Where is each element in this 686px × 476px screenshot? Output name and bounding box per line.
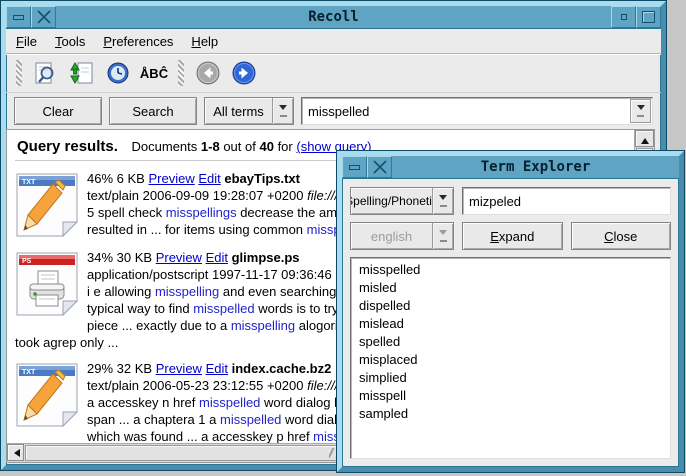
svg-text:TXT: TXT [22,369,36,376]
term-list-item[interactable]: misspelled [359,261,662,279]
dialog-title: Term Explorer [392,156,679,178]
doc-size: 6 KB [117,171,145,186]
results-title: Query results. [17,138,118,155]
for-label: for [278,139,293,154]
documents-range: 1-8 [201,139,220,154]
minimize-icon [349,165,360,170]
forward-button[interactable] [230,60,258,86]
search-document-icon [34,61,58,85]
close-dialog-button[interactable]: Close [571,222,672,250]
svg-text:TXT: TXT [22,179,36,186]
toolbar-grip[interactable] [16,60,22,86]
relevance-percent: 46% [87,171,113,186]
menu-file[interactable]: File [16,34,37,49]
term-list-item[interactable]: simplied [359,369,662,387]
titlebar[interactable]: Recoll [6,6,661,29]
titlebar[interactable]: Term Explorer [342,156,679,179]
menu-preferences[interactable]: Preferences [103,34,173,49]
menubar: File Tools Preferences Help [6,29,661,54]
term-explorer-body: Spelling/Phonetic english Expand Close m… [342,179,679,467]
doc-size: 30 KB [117,250,152,265]
close-button[interactable] [31,6,56,28]
svg-text:PS: PS [22,258,32,265]
term-explorer-window: Term Explorer Spelling/Phonetic english … [337,151,684,472]
clear-button[interactable]: Clear [14,97,102,125]
advanced-search-button[interactable] [32,60,60,86]
term-list-item[interactable]: misplaced [359,351,662,369]
term-list-item[interactable]: mislead [359,315,662,333]
minimize-icon [13,15,24,20]
term-explorer-button[interactable]: ÅBĈ [140,60,168,86]
arrow-up-icon [641,134,649,144]
close-icon [373,160,387,174]
sort-by-date-button[interactable] [104,60,132,86]
postscript-file-icon: PS [15,251,79,317]
preview-link[interactable]: Preview [156,361,202,376]
spell-abc-icon: ÅBĈ [140,66,168,81]
term-list-item[interactable]: spelled [359,333,662,351]
term-list[interactable]: misspelledmisleddispelledmisleadspelledm… [350,257,671,459]
expand-button[interactable]: Expand [462,222,563,250]
term-list-item[interactable]: misled [359,279,662,297]
term-list-item[interactable]: misspell [359,387,662,405]
chevron-down-icon [432,223,453,249]
rollup-icon [621,14,627,20]
back-button[interactable] [194,60,222,86]
text-file-icon: TXT [15,172,79,238]
match-mode-value: All terms [205,98,272,124]
documents-total: 40 [259,139,273,154]
document-sort-icon [70,61,94,85]
toolbar-grip[interactable] [178,60,184,86]
result-filename: glimpse.ps [232,250,300,265]
doc-size: 32 KB [117,361,152,376]
text-file-icon: TXT [15,362,79,428]
menu-help[interactable]: Help [191,34,218,49]
match-mode-combobox[interactable]: All terms [204,97,294,125]
result-filename: ebayTips.txt [224,171,300,186]
term-list-item[interactable]: dispelled [359,297,662,315]
edit-link[interactable]: Edit [206,250,228,265]
edit-link[interactable]: Edit [206,361,228,376]
result-filename: index.cache.bz2 [232,361,332,376]
window-title: Recoll [56,6,611,28]
close-icon [37,10,51,24]
minimize-button[interactable] [6,6,31,28]
maximize-icon [642,11,655,23]
query-combobox[interactable] [301,97,653,125]
preview-link[interactable]: Preview [156,250,202,265]
documents-label: Documents [132,139,198,154]
language-combobox: english [350,222,454,250]
chevron-down-icon [432,188,453,214]
forward-arrow-icon [231,60,257,86]
preview-link[interactable]: Preview [148,171,194,186]
expansion-mode-combobox[interactable]: Spelling/Phonetic [350,187,454,215]
sort-parameters-button[interactable] [68,60,96,86]
chevron-down-icon [272,98,293,124]
relevance-percent: 29% [87,361,113,376]
arrow-left-icon [10,449,20,457]
scroll-up-button[interactable] [635,130,654,147]
language-value: english [351,223,432,249]
clock-icon [106,61,130,85]
maximize-button[interactable] [636,6,661,28]
chevron-down-icon[interactable] [630,99,651,123]
back-arrow-icon [195,60,221,86]
scroll-left-button[interactable] [7,444,24,461]
out-of-label: out of [223,139,256,154]
expansion-mode-value: Spelling/Phonetic [351,188,432,214]
close-button[interactable] [367,156,392,178]
rollup-button[interactable] [611,6,636,28]
menu-tools[interactable]: Tools [55,34,85,49]
search-bar: Clear Search All terms [6,93,661,129]
relevance-percent: 34% [87,250,113,265]
term-list-item[interactable]: sampled [359,405,662,423]
minimize-button[interactable] [342,156,367,178]
search-button[interactable]: Search [109,97,197,125]
term-input[interactable] [462,187,671,215]
query-input[interactable] [302,98,629,124]
edit-link[interactable]: Edit [198,171,220,186]
toolbar: ÅBĈ [6,54,661,93]
